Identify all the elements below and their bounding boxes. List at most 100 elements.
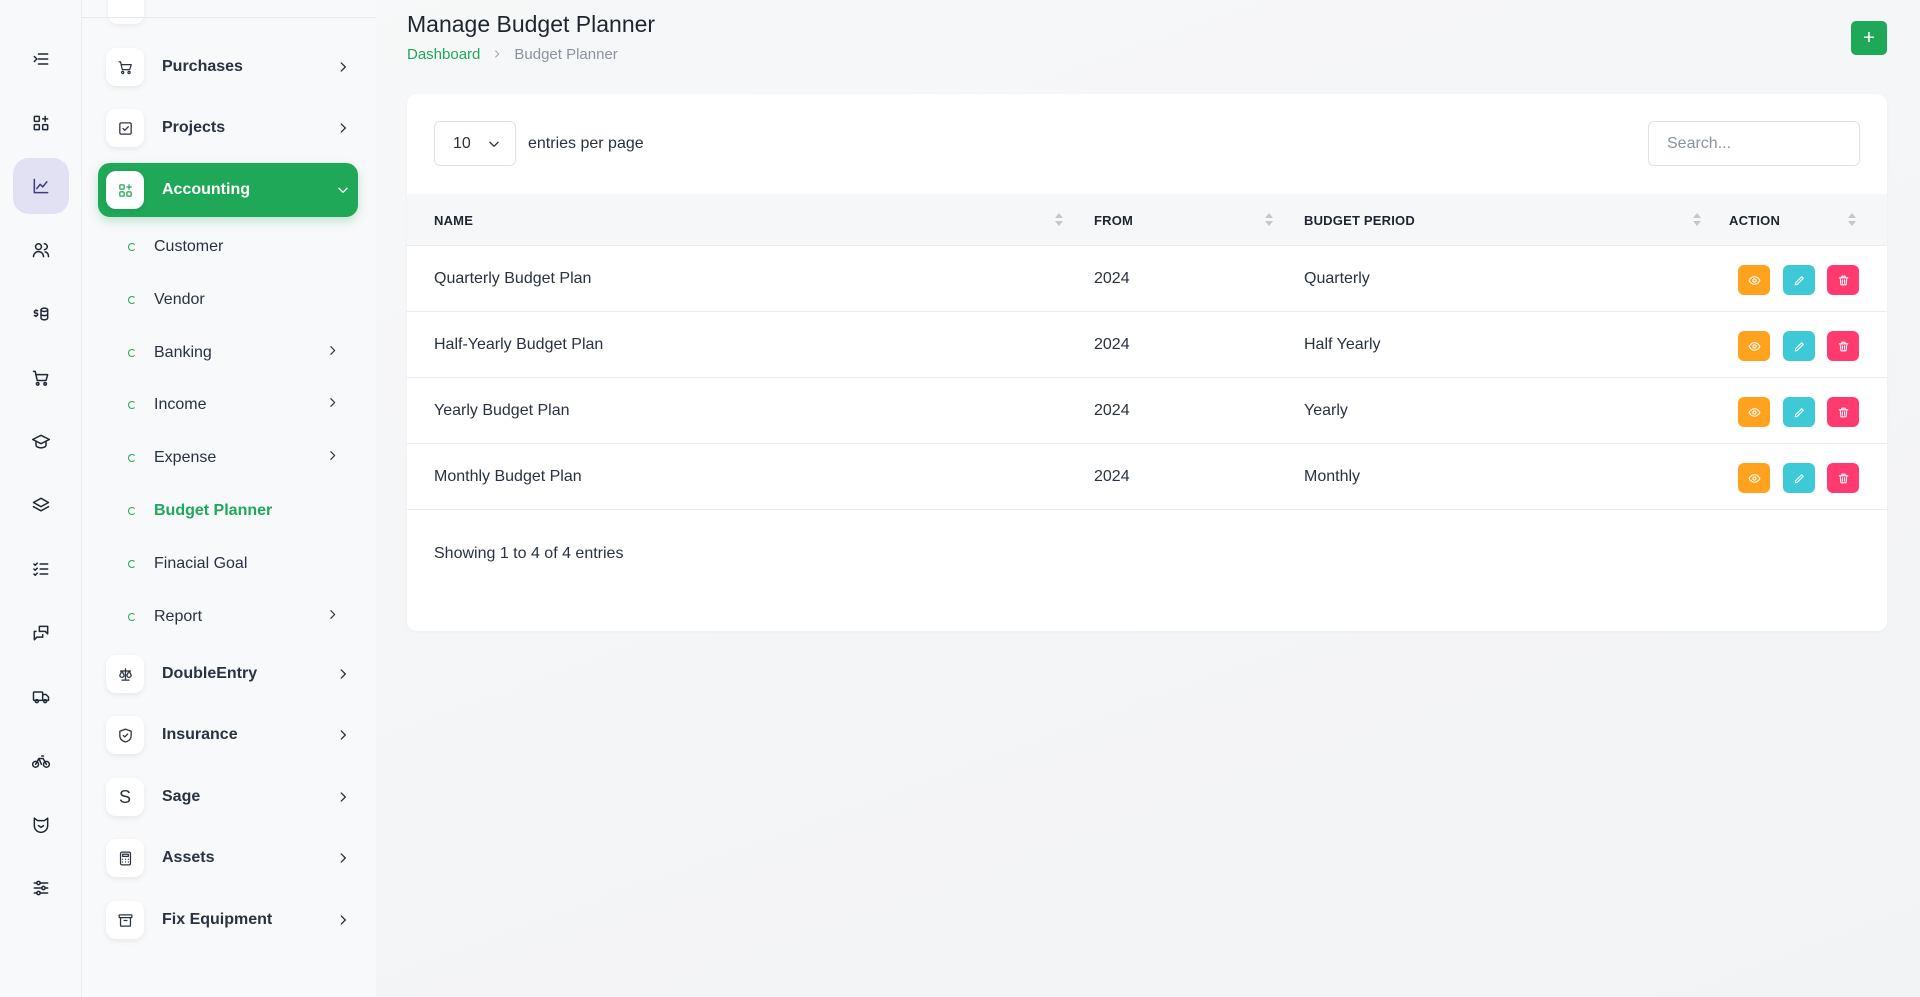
sidebar-item-label: Assets [162,849,215,866]
chevron-right-icon [326,608,339,626]
add-budget-button[interactable]: + [1851,21,1887,55]
cell-budget-period: Quarterly [1304,270,1370,287]
bullet-icon [128,507,136,515]
sidebar-item-sage[interactable]: S Sage [98,770,358,824]
chevron-right-icon [328,667,358,681]
sidebar-item-fix-equipment[interactable]: Fix Equipment [98,893,358,947]
sidebar-item-purchases[interactable]: Purchases [98,40,358,94]
sidebar: Purchases Projects Accounting Customer V… [82,0,376,997]
sidebar-subitem-label: Finacial Goal [154,555,248,572]
sidebar-item-insurance[interactable]: Insurance [98,708,358,762]
sidebar-subitem-banking[interactable]: Banking [82,333,376,373]
layers-icon[interactable] [13,477,69,533]
breadcrumb-dashboard-link[interactable]: Dashboard [407,46,480,63]
bullet-icon [128,349,136,357]
sort-icon[interactable] [1264,211,1274,229]
checklist-icon[interactable] [13,541,69,597]
sort-icon[interactable] [1847,211,1857,229]
column-header-budget-period[interactable]: BUDGET PERIOD [1304,194,1415,246]
view-button[interactable] [1738,463,1770,493]
table-row: Yearly Budget Plan 2024 Yearly [407,378,1887,444]
chevron-down-icon [328,183,358,197]
chevron-down-icon [489,141,499,147]
entries-per-page-select[interactable]: 10 [434,121,516,166]
sidebar-item-label: Insurance [162,726,238,743]
edit-button[interactable] [1783,331,1815,361]
sidebar-subitem-label: Budget Planner [154,502,273,519]
cell-from: 2024 [1094,468,1130,485]
delete-button[interactable] [1827,463,1859,493]
eye-icon [1748,407,1760,417]
sidebar-subitem-label: Income [154,396,207,413]
coins-dollar-icon[interactable] [13,286,69,342]
trash-icon [1838,473,1848,483]
messages-icon[interactable] [13,605,69,661]
sidebar-subitem-financial-goal[interactable]: Finacial Goal [82,544,376,584]
sidebar-item-projects[interactable]: Projects [98,101,358,155]
brand-icon[interactable] [13,796,69,852]
cell-from: 2024 [1094,270,1130,287]
column-header-from[interactable]: FROM [1094,194,1133,246]
cart-icon[interactable] [13,350,69,406]
chevron-right-icon [326,396,339,414]
eye-icon [1748,473,1760,483]
sort-icon[interactable] [1054,211,1064,229]
sidebar-subitem-vendor[interactable]: Vendor [82,280,376,320]
sidebar-subitem-income[interactable]: Income [82,385,376,425]
delete-button[interactable] [1827,331,1859,361]
shield-check-icon [106,716,144,754]
truck-icon[interactable] [13,669,69,725]
menu-toggle-icon[interactable] [13,31,69,87]
sidebar-item-label: Purchases [162,58,243,75]
sidebar-subitem-budget-planner[interactable]: Budget Planner [82,491,376,531]
bullet-icon [128,613,136,621]
sidebar-item-doubleentry[interactable]: DoubleEntry [98,647,358,701]
sidebar-subitem-customer[interactable]: Customer [82,227,376,267]
column-header-action: ACTION [1729,212,1781,228]
table-row: Quarterly Budget Plan 2024 Quarterly [407,246,1887,312]
view-button[interactable] [1738,397,1770,427]
entries-control: 10 entries per page [434,121,644,166]
sidebar-subitem-expense[interactable]: Expense [82,438,376,478]
view-button[interactable] [1738,265,1770,295]
view-button[interactable] [1738,331,1770,361]
entries-value: 10 [453,134,471,152]
sidebar-item-accounting[interactable]: Accounting [98,163,358,217]
cell-name: Half-Yearly Budget Plan [434,336,604,353]
users-icon[interactable] [13,222,69,278]
bike-icon[interactable] [13,733,69,789]
cell-budget-period: Yearly [1304,402,1348,419]
checkbox-icon [106,109,144,147]
calculator-icon [106,839,144,877]
pencil-icon [1794,407,1804,417]
partial-menu-icon [108,0,144,24]
adjustments-icon[interactable] [13,860,69,916]
cell-budget-period: Half Yearly [1304,336,1381,353]
table-row: Monthly Budget Plan 2024 Monthly [407,444,1887,510]
table-header: NAME FROM BUDGET PERIOD ACTION [407,194,1887,246]
entries-label: entries per page [528,134,644,152]
apps-add-icon[interactable] [13,95,69,151]
bullet-icon [128,560,136,568]
cell-name: Yearly Budget Plan [434,402,570,419]
search-input[interactable] [1648,121,1860,166]
trash-icon [1838,407,1848,417]
sidebar-item-assets[interactable]: Assets [98,831,358,885]
chevron-right-icon [328,121,358,135]
delete-button[interactable] [1827,397,1859,427]
edit-button[interactable] [1783,463,1815,493]
chart-icon[interactable] [13,158,69,214]
sort-icon[interactable] [1692,211,1702,229]
sidebar-subitem-report[interactable]: Report [82,597,376,637]
delete-button[interactable] [1827,265,1859,295]
graduation-cap-icon[interactable] [13,414,69,470]
chevron-right-icon [326,449,339,467]
chevron-right-icon [328,790,358,804]
table-info: Showing 1 to 4 of 4 entries [434,545,624,562]
sidebar-subitem-label: Banking [154,344,212,361]
sidebar-item-label: Sage [162,788,201,805]
column-header-name[interactable]: NAME [434,194,473,246]
edit-button[interactable] [1783,397,1815,427]
apps-add-icon [106,171,144,209]
edit-button[interactable] [1783,265,1815,295]
